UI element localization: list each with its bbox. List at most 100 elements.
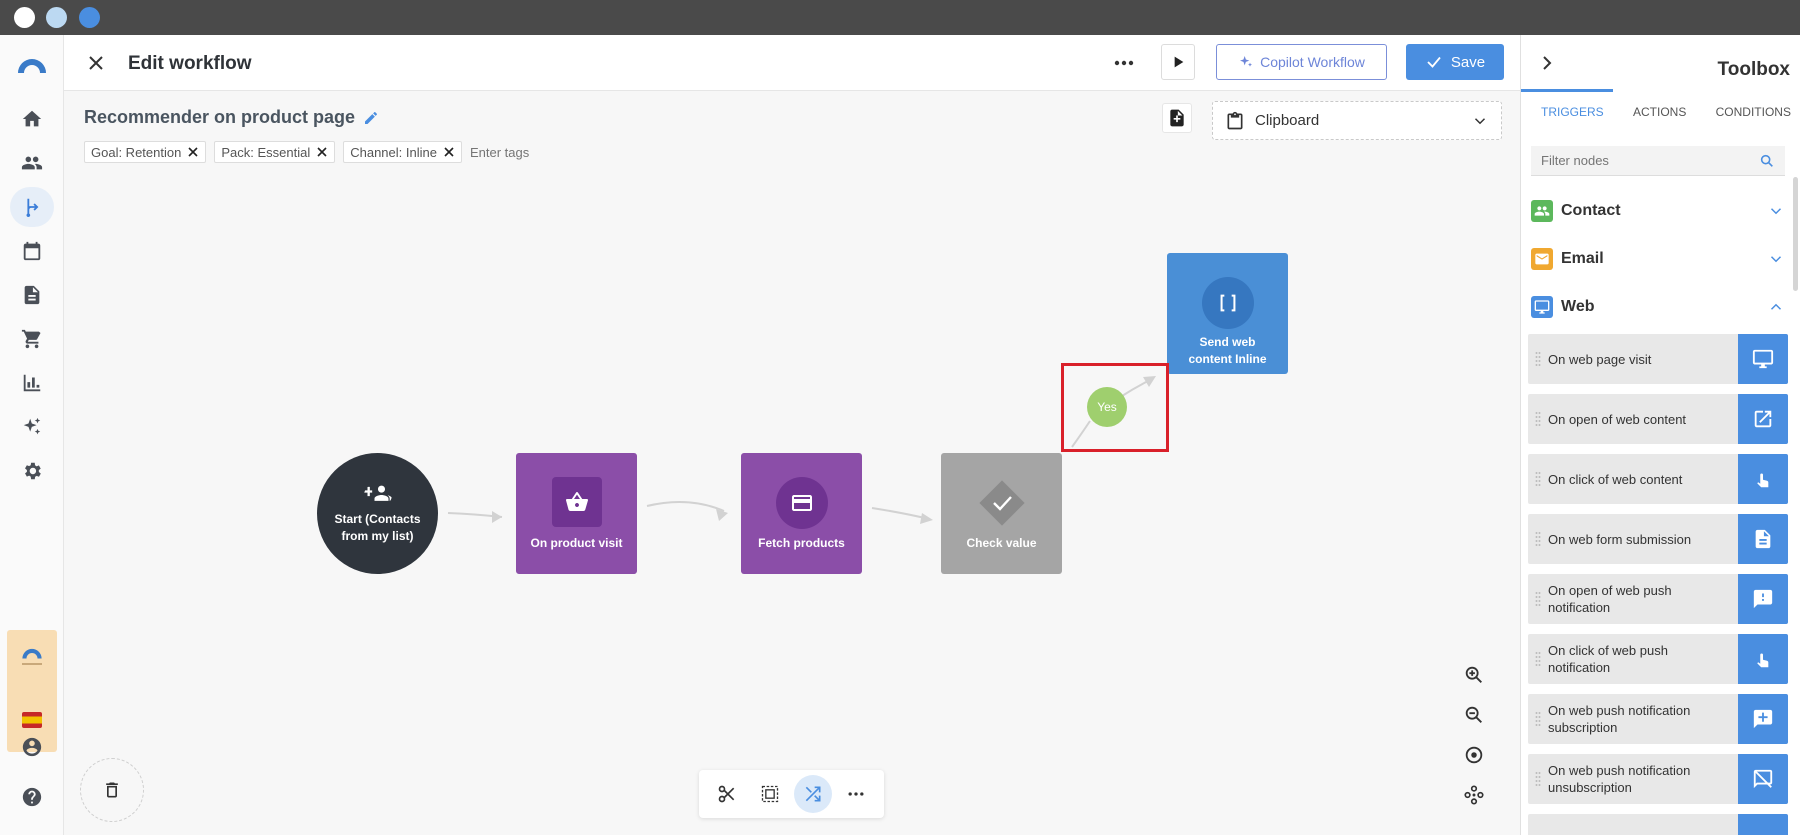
- node-icon-circle: [1201, 277, 1254, 329]
- add-group-icon: [363, 485, 392, 501]
- toolbox-item[interactable]: On web form submission: [1528, 514, 1788, 564]
- nav-settings[interactable]: [10, 451, 54, 491]
- nav-documents[interactable]: [10, 275, 54, 315]
- contact-category-icon: [1531, 200, 1553, 222]
- connector-product-fetch: [646, 501, 725, 512]
- sparkle-icon: [1240, 56, 1253, 67]
- toolbox-item[interactable]: On click of web push notification: [1528, 634, 1788, 684]
- drag-handle-icon[interactable]: [1528, 694, 1548, 744]
- window-close-dot[interactable]: [14, 7, 35, 28]
- chevron-down-icon: [1770, 256, 1782, 263]
- toolbox-item[interactable]: On open of web push notification: [1528, 574, 1788, 624]
- save-button[interactable]: Save: [1406, 44, 1504, 80]
- fetch-products-node[interactable]: Fetch products: [741, 453, 862, 574]
- more-tools-button[interactable]: [837, 775, 875, 813]
- drag-handle-icon[interactable]: [1528, 574, 1548, 624]
- envelope-icon: [1535, 253, 1549, 265]
- auto-layout-button[interactable]: [1454, 775, 1494, 815]
- category-contact[interactable]: Contact: [1531, 197, 1785, 225]
- tab-conditions[interactable]: CONDITIONS: [1716, 105, 1791, 119]
- remove-tag-icon[interactable]: [187, 146, 199, 158]
- connector-fetch-check: [871, 507, 930, 520]
- remove-tag-icon[interactable]: [316, 146, 328, 158]
- brand-caption-line: [22, 663, 42, 665]
- web-category-icon: [1531, 296, 1553, 318]
- chevron-right-icon[interactable]: [1535, 51, 1559, 75]
- category-email[interactable]: Email: [1531, 245, 1785, 273]
- nav-workflows[interactable]: [10, 187, 54, 227]
- nav-commerce[interactable]: [10, 319, 54, 359]
- send-web-content-node[interactable]: Send web content Inline: [1167, 253, 1288, 374]
- select-area-button[interactable]: [751, 775, 789, 813]
- tab-triggers[interactable]: TRIGGERS: [1541, 105, 1604, 119]
- window-zoom-dot[interactable]: [79, 7, 100, 28]
- bar-chart-icon: [23, 374, 41, 392]
- pencil-icon[interactable]: [363, 110, 379, 126]
- delete-drop-zone[interactable]: [80, 758, 144, 822]
- add-note-button[interactable]: [1162, 103, 1192, 133]
- chat-off-icon: [1753, 769, 1773, 789]
- scissors-icon: [718, 785, 734, 803]
- drag-handle-icon[interactable]: [1528, 334, 1548, 384]
- nav-help[interactable]: [10, 777, 54, 817]
- nav-contacts[interactable]: [10, 143, 54, 183]
- more-options-icon[interactable]: [1108, 51, 1140, 75]
- remove-tag-icon[interactable]: [443, 146, 455, 158]
- workflow-name-text: Recommender on product page: [84, 107, 356, 127]
- tag-input[interactable]: [469, 144, 590, 160]
- check-value-node[interactable]: Check value: [941, 453, 1062, 574]
- nav-ai[interactable]: [10, 407, 54, 447]
- center-view-button[interactable]: [1454, 735, 1494, 775]
- tag-label: Channel: Inline: [350, 144, 437, 160]
- more-horizontal-icon: [848, 792, 864, 796]
- highlight-box: [1061, 363, 1169, 452]
- toolbox-item-icon-box: [1738, 394, 1788, 444]
- cut-button[interactable]: [708, 775, 746, 813]
- toolbox-item[interactable]: On web page visit: [1528, 334, 1788, 384]
- toolbox-scrollbar[interactable]: [1793, 177, 1798, 291]
- drag-handle-icon[interactable]: [1528, 634, 1548, 684]
- filter-nodes-input[interactable]: [1541, 153, 1759, 168]
- start-node[interactable]: Start (Contacts from my list): [317, 453, 438, 574]
- nav-analytics[interactable]: [10, 363, 54, 403]
- shuffle-icon: [805, 786, 821, 802]
- zoom-in-button[interactable]: [1454, 655, 1494, 695]
- drag-handle-icon[interactable]: [1528, 754, 1548, 804]
- toolbox-item-icon-box: [1738, 634, 1788, 684]
- drag-handle-icon[interactable]: [1528, 514, 1548, 564]
- toolbox-item[interactable]: On web push notification subscription: [1528, 694, 1788, 744]
- workflow-canvas[interactable]: Recommender on product page Goal: Retent…: [64, 91, 1520, 835]
- chevron-down-icon: [1474, 117, 1486, 124]
- touch-icon: [1757, 653, 1769, 668]
- notification-alert-icon: [1753, 589, 1773, 609]
- help-icon: [22, 787, 42, 807]
- copilot-workflow-button[interactable]: Copilot Workflow: [1216, 44, 1387, 80]
- clipboard-dropdown[interactable]: Clipboard: [1212, 101, 1502, 140]
- drag-handle-icon[interactable]: [1528, 814, 1548, 835]
- toolbox-item-partial[interactable]: [1528, 814, 1788, 835]
- product-visit-label: On product visit: [530, 536, 623, 550]
- toolbox-item-icon-box: [1738, 334, 1788, 384]
- run-button[interactable]: [1161, 44, 1195, 80]
- app-logo[interactable]: [10, 45, 54, 85]
- toolbox-item-label: On web push notification unsubscription: [1548, 763, 1691, 795]
- filter-nodes-field[interactable]: [1531, 146, 1785, 176]
- tab-actions[interactable]: ACTIONS: [1633, 105, 1686, 119]
- nav-home[interactable]: [10, 99, 54, 139]
- shuffle-button[interactable]: [794, 775, 833, 813]
- product-visit-node[interactable]: On product visit: [516, 453, 637, 574]
- drag-handle-icon[interactable]: [1528, 454, 1548, 504]
- close-icon[interactable]: [84, 51, 108, 75]
- toolbox-item[interactable]: On open of web content: [1528, 394, 1788, 444]
- category-web[interactable]: Web: [1531, 293, 1785, 321]
- nav-calendar[interactable]: [10, 231, 54, 271]
- check-icon: [1427, 56, 1441, 68]
- nav-account[interactable]: [10, 727, 54, 767]
- window-minimize-dot[interactable]: [46, 7, 67, 28]
- zoom-out-button[interactable]: [1454, 695, 1494, 735]
- home-icon: [22, 110, 42, 127]
- toolbox-item[interactable]: On web push notification unsubscription: [1528, 754, 1788, 804]
- toolbox-item[interactable]: On click of web content: [1528, 454, 1788, 504]
- node-icon-circle: [775, 477, 828, 529]
- drag-handle-icon[interactable]: [1528, 394, 1548, 444]
